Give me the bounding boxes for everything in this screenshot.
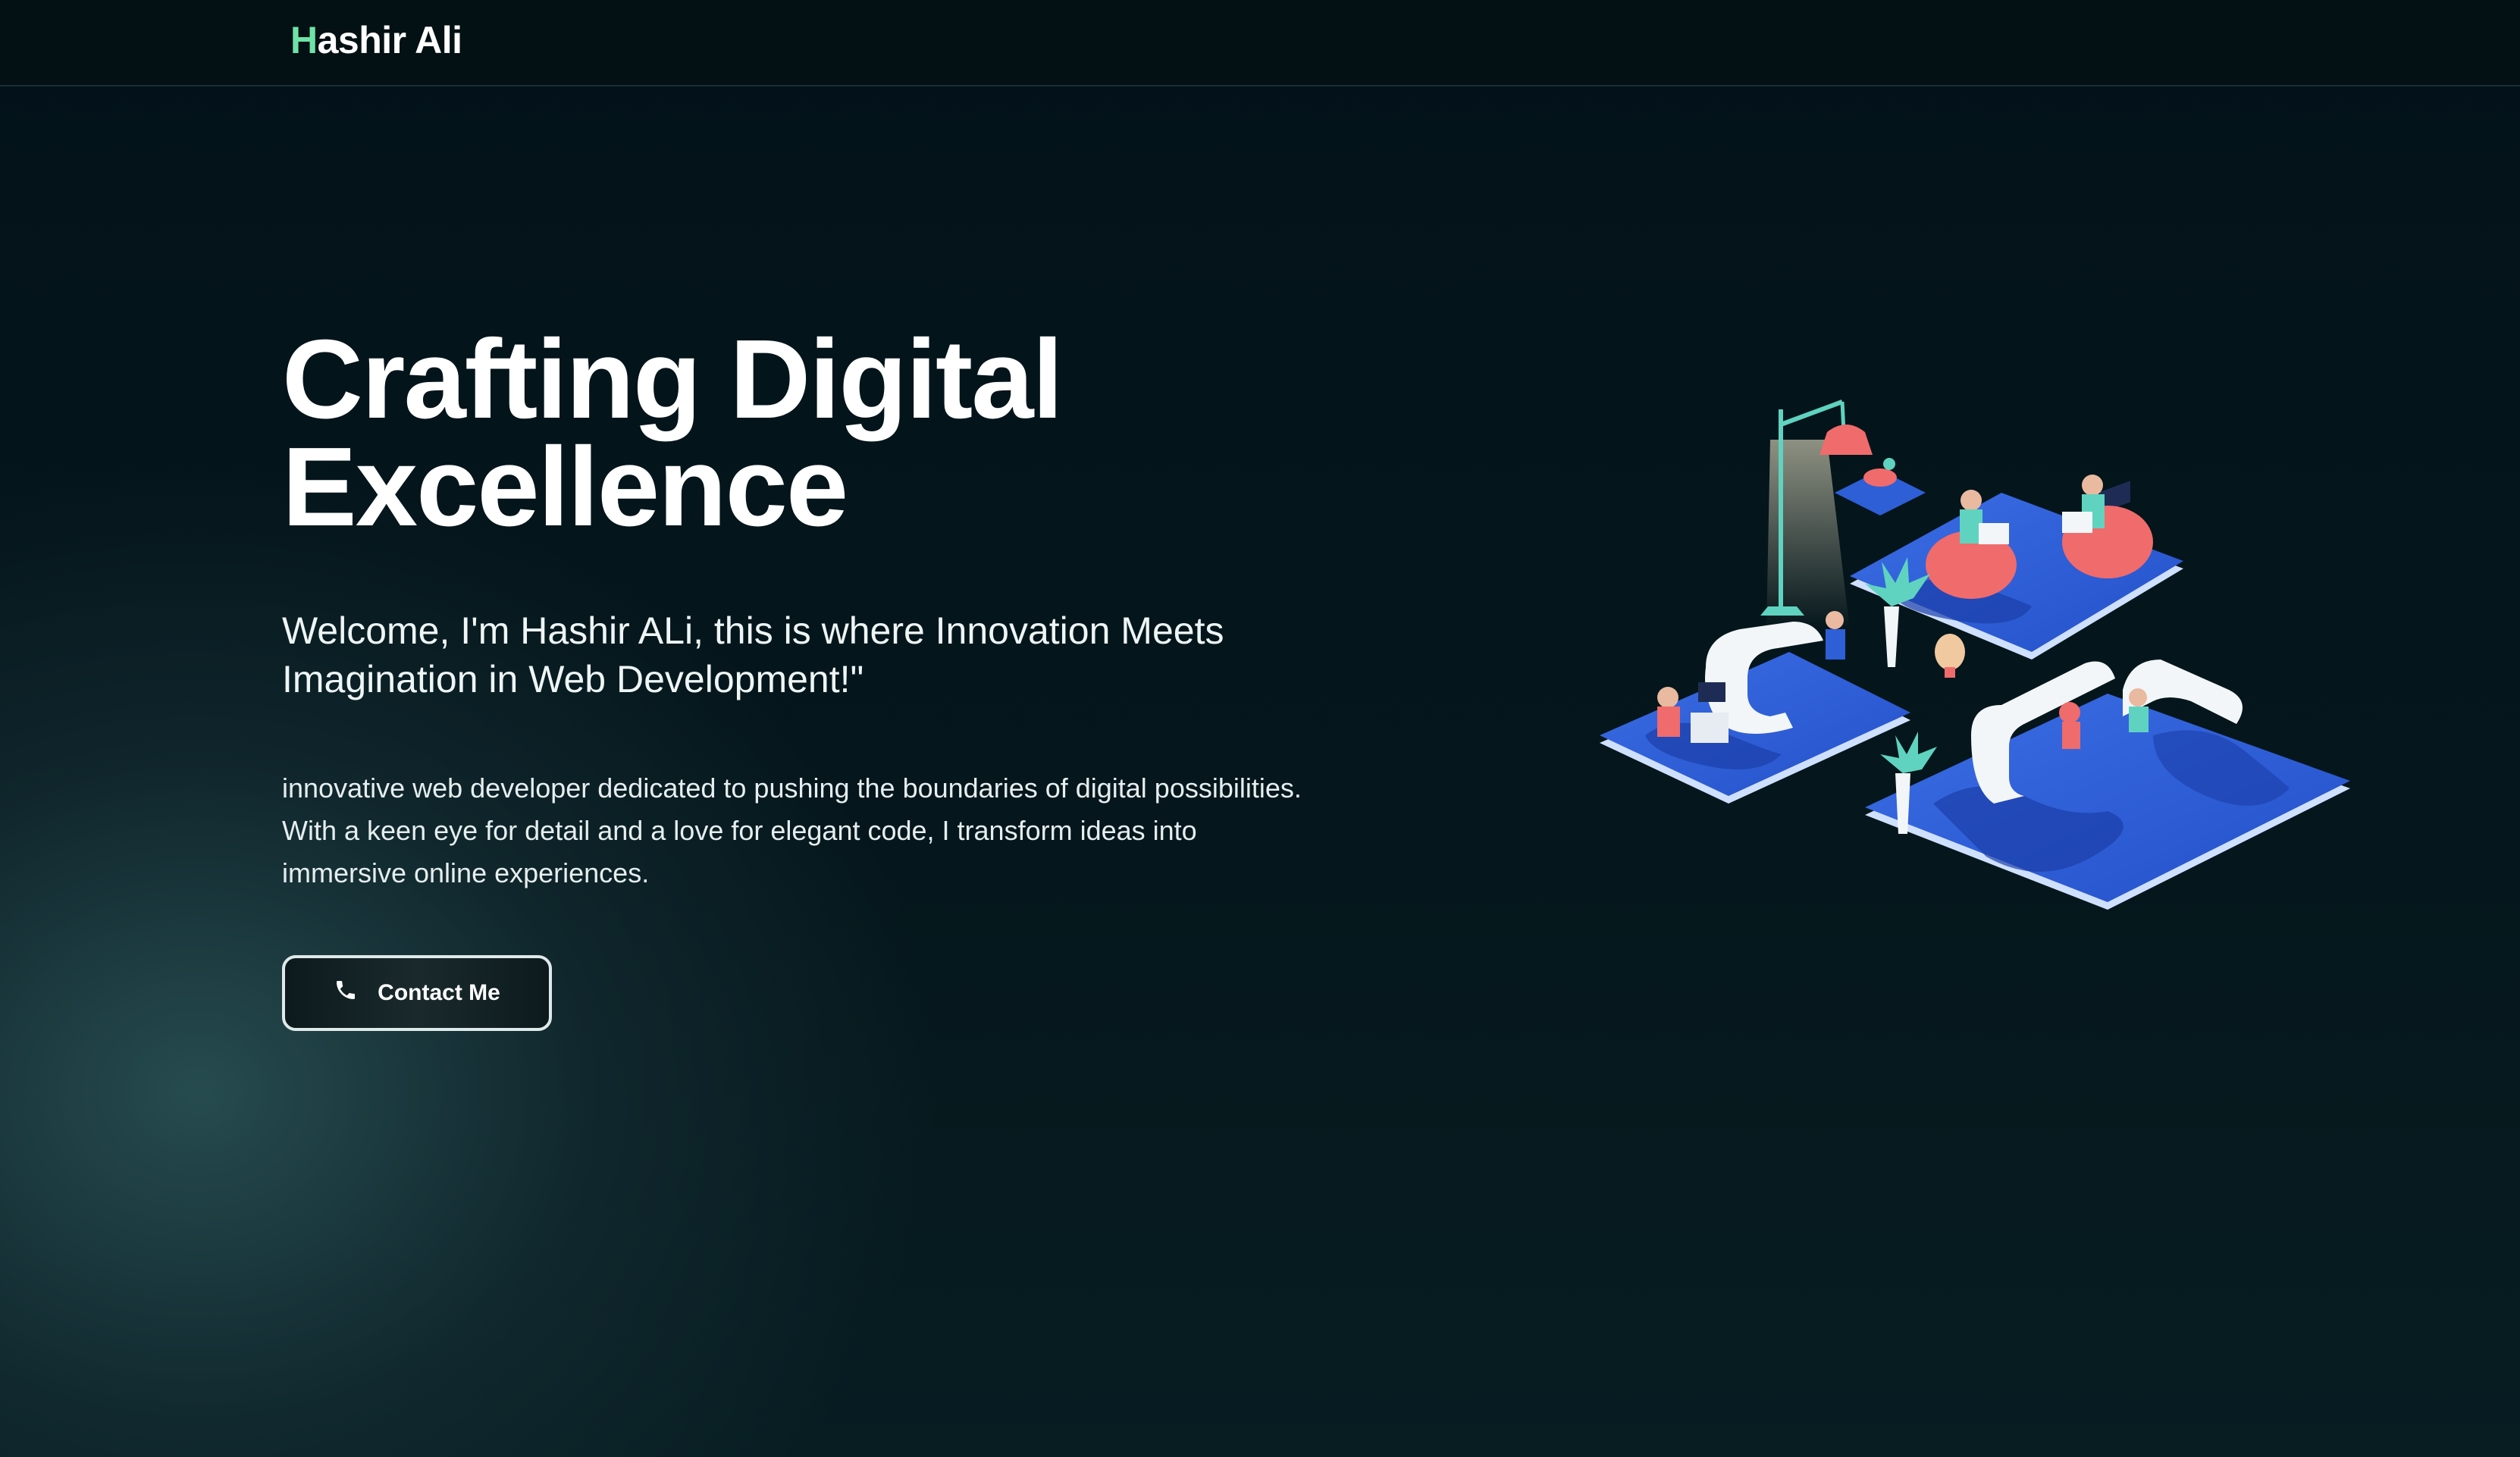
platform-top <box>1835 458 2183 678</box>
isometric-office-illustration <box>1577 379 2365 970</box>
brand-logo[interactable]: Hashir Ali <box>290 18 462 62</box>
brand-name: ashir Ali <box>317 19 462 61</box>
floor-lamp <box>1760 400 1873 629</box>
brand-initial: H <box>290 19 318 61</box>
contact-me-label: Contact Me <box>378 980 500 1005</box>
phone-icon <box>334 978 358 1008</box>
hero-subtitle: Welcome, I'm Hashir ALi, this is where I… <box>282 609 1224 700</box>
hero-title-line-1: Crafting Digital <box>282 317 1064 442</box>
hero-title: Crafting Digital Excellence <box>282 317 1343 550</box>
navbar: Hashir Ali <box>0 0 2520 86</box>
platform-left <box>1600 611 1910 804</box>
contact-me-button[interactable]: Contact Me <box>282 955 552 1031</box>
hero-title-line-2: Excellence <box>282 425 848 550</box>
hero-bio: innovative web developer dedicated to pu… <box>282 772 1302 888</box>
